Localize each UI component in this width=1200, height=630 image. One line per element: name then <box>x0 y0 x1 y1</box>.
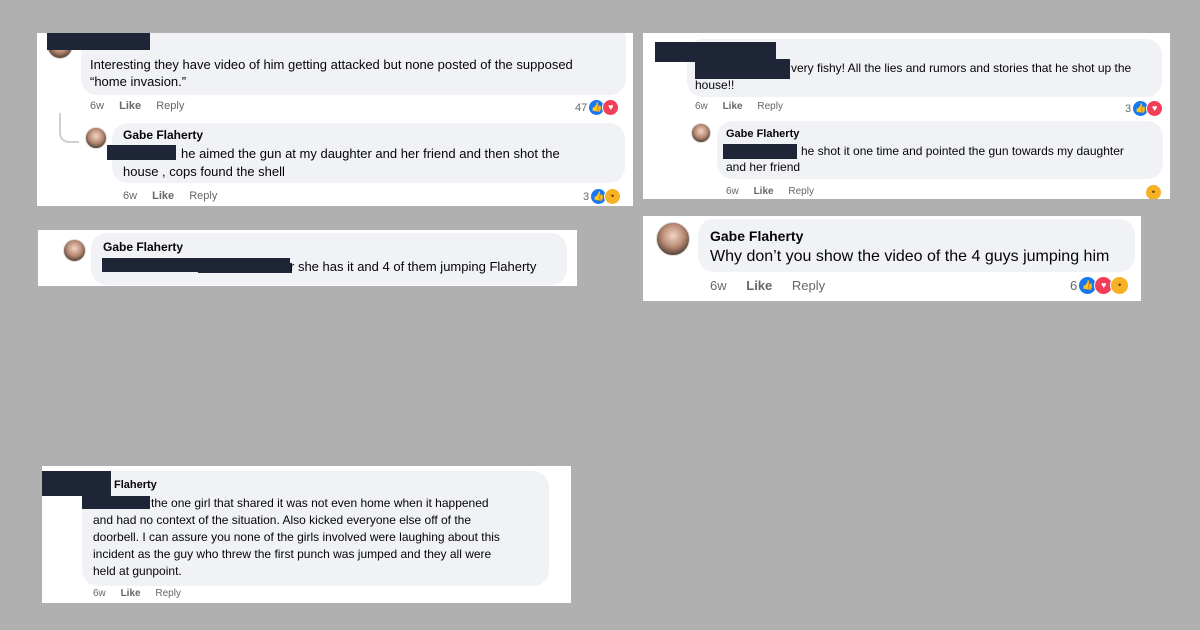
reply-link[interactable]: Reply <box>757 101 783 112</box>
reply-text-line2: and her friend <box>726 160 801 174</box>
comment-author-name[interactable]: Gabe Flaherty <box>710 228 803 244</box>
comment-panel-2: very fishy! All the lies and rumors and … <box>643 33 1170 199</box>
comment-panel-1: Interesting they have video of him getti… <box>37 33 633 206</box>
comment-panel-4: Gabe Flaherty Why don’t you show the vid… <box>643 216 1141 301</box>
reaction-count: 3 <box>1125 102 1132 115</box>
reply-link[interactable]: Reply <box>792 278 825 293</box>
reaction-summary[interactable]: • <box>1145 184 1162 199</box>
reply-age: 6w <box>726 186 739 197</box>
haha-face-icon: • <box>1145 184 1162 199</box>
haha-face-icon: • <box>1110 276 1130 295</box>
reply-author-name[interactable]: Gabe Flaherty <box>726 128 799 140</box>
like-link[interactable]: Like <box>119 100 141 112</box>
avatar[interactable] <box>656 222 690 256</box>
reaction-summary[interactable]: 3 👍 • <box>583 188 622 205</box>
redacted-name-ext <box>82 496 150 509</box>
comment-age: 6w <box>695 101 708 112</box>
heart-icon: ♥ <box>602 99 620 116</box>
reply-link[interactable]: Reply <box>155 588 181 599</box>
reply-actions: 6w Like Reply <box>726 186 826 197</box>
comment-text: Interesting they have video of him getti… <box>90 57 573 72</box>
comment-author-name[interactable]: Flaherty <box>114 479 157 491</box>
reply-author-name[interactable]: Gabe Flaherty <box>123 128 203 142</box>
reaction-summary[interactable]: 6 👍 ♥ • <box>1070 276 1130 295</box>
reply-link[interactable]: Reply <box>156 100 184 112</box>
comment-text-line4: incident as the guy who threw the first … <box>93 547 492 561</box>
like-link[interactable]: Like <box>723 101 743 112</box>
like-link[interactable]: Like <box>152 190 174 202</box>
comment-actions: 6w Like Reply <box>93 588 193 599</box>
comment-text: Why don’t you show the video of the 4 gu… <box>710 248 1110 265</box>
comment-age: 6w <box>90 100 105 112</box>
like-link[interactable]: Like <box>754 186 774 197</box>
comment-text-line2: and had no context of the situation. Als… <box>93 513 472 527</box>
reply-text: he shot it one time and pointed the gun … <box>801 144 1124 158</box>
comment-actions: 6w Like Reply <box>695 101 795 112</box>
reply-link[interactable]: Reply <box>788 186 814 197</box>
comment-text-line5: held at gunpoint. <box>93 564 182 578</box>
redacted-name <box>107 145 176 160</box>
like-link[interactable]: Like <box>746 278 772 293</box>
reply-text: r she has it and 4 of them jumping Flahe… <box>290 259 537 274</box>
redacted-name-ext <box>695 59 790 79</box>
like-link[interactable]: Like <box>121 588 141 599</box>
avatar[interactable] <box>691 123 711 143</box>
comment-age: 6w <box>93 588 106 599</box>
avatar[interactable] <box>85 127 107 149</box>
comment-text-line1: the one girl that shared it was not even… <box>151 496 489 510</box>
reply-text: he aimed the gun at my daughter and her … <box>181 146 560 161</box>
reply-author-name[interactable]: Gabe Flaherty <box>103 240 183 254</box>
reaction-count: 47 <box>575 101 588 114</box>
reply-text-line2: house , cops found the shell <box>123 164 285 179</box>
avatar[interactable] <box>63 239 86 262</box>
heart-icon: ♥ <box>1146 100 1164 117</box>
comment-actions: 6w Like Reply <box>710 278 837 293</box>
reaction-summary[interactable]: 3 👍 ♥ <box>1125 100 1164 117</box>
reply-actions: 6w Like Reply <box>123 190 229 202</box>
reaction-summary[interactable]: 47 👍 ♥ <box>575 99 620 116</box>
reply-age: 6w <box>123 190 138 202</box>
comment-panel-3: Gabe Flaherty r she has it and 4 of them… <box>38 230 577 286</box>
comment-actions: 6w Like Reply <box>90 100 196 112</box>
wow-face-icon: • <box>604 188 622 205</box>
comment-age: 6w <box>710 278 727 293</box>
redacted-name-ext <box>127 40 150 50</box>
comment-panel-5: Flaherty the one girl that shared it was… <box>42 466 571 603</box>
comment-text: very fishy! All the lies and rumors and … <box>791 61 1132 75</box>
redacted-name-ext <box>198 263 292 273</box>
redacted-name <box>42 471 111 496</box>
reaction-count: 6 <box>1070 278 1078 293</box>
comment-text-line3: doorbell. I can assure you none of the g… <box>93 530 500 544</box>
comment-text-line2: house!! <box>695 78 735 92</box>
reply-link[interactable]: Reply <box>189 190 217 202</box>
redacted-name <box>723 144 797 159</box>
reaction-count: 3 <box>583 190 590 203</box>
comment-text-line2: “home invasion.” <box>90 74 187 89</box>
reply-thread-line <box>59 113 79 143</box>
